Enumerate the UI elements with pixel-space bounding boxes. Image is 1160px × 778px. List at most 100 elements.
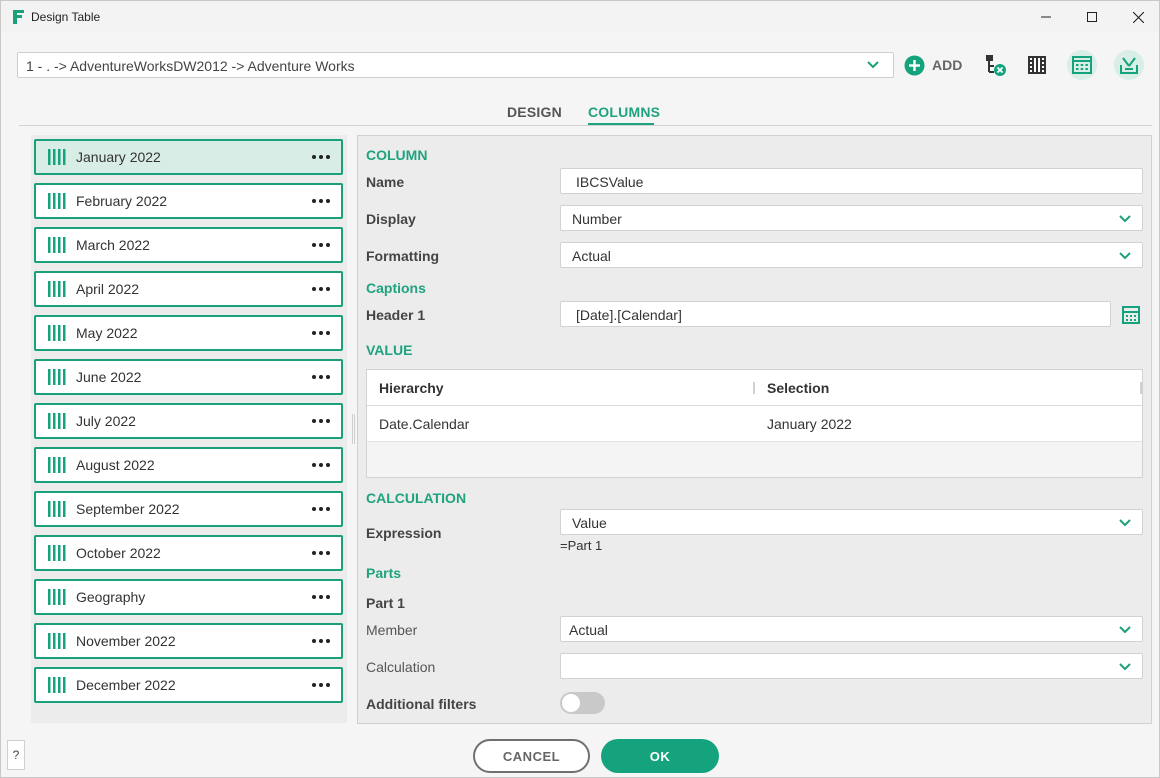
column-item-label: January 2022 [76, 149, 161, 165]
column-item-label: April 2022 [76, 281, 140, 297]
column-item[interactable]: September 2022 [34, 491, 343, 527]
additional-filters-toggle[interactable] [560, 692, 605, 714]
chevron-down-icon [1119, 663, 1131, 671]
more-options-icon[interactable] [312, 149, 330, 165]
column-header-hierarchy[interactable]: Hierarchy [379, 380, 444, 396]
toggle-knob [562, 694, 580, 712]
close-icon [1132, 11, 1144, 23]
column-item[interactable]: June 2022 [34, 359, 343, 395]
design-table-window: Design Table 1 - . -> AdventureWorksDW20… [0, 0, 1160, 778]
minimize-button[interactable] [1023, 1, 1069, 33]
more-options-icon[interactable] [312, 457, 330, 473]
column-item[interactable]: November 2022 [34, 623, 343, 659]
column-item[interactable]: January 2022 [34, 139, 343, 175]
more-options-icon[interactable] [312, 281, 330, 297]
more-options-icon[interactable] [312, 501, 330, 517]
column-item-label: February 2022 [76, 193, 168, 209]
additional-filters-label: Additional filters [366, 696, 477, 712]
column-bars-icon [48, 369, 66, 385]
captions-section-title: Captions [366, 280, 426, 296]
display-label: Display [366, 211, 416, 227]
header1-input[interactable]: [Date].[Calendar] [560, 301, 1111, 327]
column-item-label: June 2022 [76, 369, 142, 385]
column-section-title: COLUMN [366, 147, 428, 163]
ok-button[interactable]: OK [601, 739, 719, 773]
tab-design[interactable]: DESIGN [507, 104, 562, 120]
selection-cell: January 2022 [767, 416, 852, 432]
cube-path-select[interactable]: 1 - . -> AdventureWorksDW2012 -> Adventu… [17, 52, 894, 78]
name-input[interactable]: IBCSValue [560, 168, 1143, 194]
value-table: Hierarchy Selection Date.Calendar Januar… [366, 369, 1143, 478]
header1-value: [Date].[Calendar] [576, 307, 682, 323]
header-editor-button[interactable] [1120, 304, 1142, 326]
column-item-label: November 2022 [76, 633, 176, 649]
column-bars-icon [48, 457, 66, 473]
column-bars-icon [48, 237, 66, 253]
column-item-label: October 2022 [76, 545, 161, 561]
add-label: ADD [932, 57, 963, 73]
add-button[interactable]: ADD [904, 54, 962, 76]
column-item[interactable]: March 2022 [34, 227, 343, 263]
member-label: Member [366, 622, 418, 638]
import-button[interactable] [1114, 50, 1144, 80]
cube-path-value: 1 - . -> AdventureWorksDW2012 -> Adventu… [26, 58, 355, 74]
member-value: Actual [569, 622, 608, 638]
more-options-icon[interactable] [312, 193, 330, 209]
column-item[interactable]: July 2022 [34, 403, 343, 439]
name-label: Name [366, 174, 405, 190]
formatting-label: Formatting [366, 248, 440, 264]
column-header-selection[interactable]: Selection [767, 380, 829, 396]
column-item[interactable]: April 2022 [34, 271, 343, 307]
app-logo-icon [13, 10, 24, 24]
help-button[interactable]: ? [7, 740, 25, 770]
expression-formula: =Part 1 [560, 538, 603, 553]
column-bars-icon [48, 325, 66, 341]
table-header: Hierarchy Selection [367, 370, 1142, 406]
cancel-button[interactable]: CANCEL [473, 739, 590, 773]
more-options-icon[interactable] [312, 633, 330, 649]
more-options-icon[interactable] [312, 325, 330, 341]
expression-select[interactable]: Value [560, 509, 1143, 535]
more-options-icon[interactable] [312, 677, 330, 693]
column-item-label: May 2022 [76, 325, 138, 341]
column-item[interactable]: October 2022 [34, 535, 343, 571]
tab-columns[interactable]: COLUMNS [588, 104, 660, 120]
name-value: IBCSValue [576, 174, 644, 190]
hierarchy-remove-icon [986, 55, 1006, 76]
column-item[interactable]: May 2022 [34, 315, 343, 351]
calendar-button[interactable] [1067, 50, 1097, 80]
columns-view-button[interactable] [1023, 51, 1051, 79]
column-bars-icon [48, 677, 66, 693]
calculation-select[interactable] [560, 653, 1143, 679]
column-resize-handle[interactable] [753, 382, 755, 394]
more-options-icon[interactable] [312, 237, 330, 253]
expression-value: Value [572, 515, 607, 531]
maximize-button[interactable] [1069, 1, 1115, 33]
calculation-label: Calculation [366, 659, 436, 675]
more-options-icon[interactable] [312, 589, 330, 605]
formatting-select[interactable]: Actual [560, 242, 1143, 268]
column-item-label: Geography [76, 589, 146, 605]
more-options-icon[interactable] [312, 413, 330, 429]
column-item[interactable]: December 2022 [34, 667, 343, 703]
tab-bar: DESIGN COLUMNS [1, 101, 1159, 127]
column-item-label: August 2022 [76, 457, 155, 473]
value-section-title: VALUE [366, 342, 413, 358]
remove-hierarchy-button[interactable] [981, 51, 1009, 79]
column-item[interactable]: August 2022 [34, 447, 343, 483]
column-item[interactable]: February 2022 [34, 183, 343, 219]
more-options-icon[interactable] [312, 545, 330, 561]
column-bars-icon [48, 501, 66, 517]
table-row[interactable]: Date.Calendar January 2022 [367, 406, 1142, 442]
column-resize-handle[interactable] [1140, 382, 1142, 394]
panel-splitter[interactable] [352, 414, 355, 444]
member-select[interactable]: Actual [560, 616, 1143, 642]
close-button[interactable] [1115, 1, 1160, 33]
column-item-label: September 2022 [76, 501, 180, 517]
calculation-section-title: CALCULATION [366, 490, 467, 506]
column-item[interactable]: Geography [34, 579, 343, 615]
column-item-label: July 2022 [76, 413, 136, 429]
more-options-icon[interactable] [312, 369, 330, 385]
display-select[interactable]: Number [560, 205, 1143, 231]
column-bars-icon [48, 149, 66, 165]
